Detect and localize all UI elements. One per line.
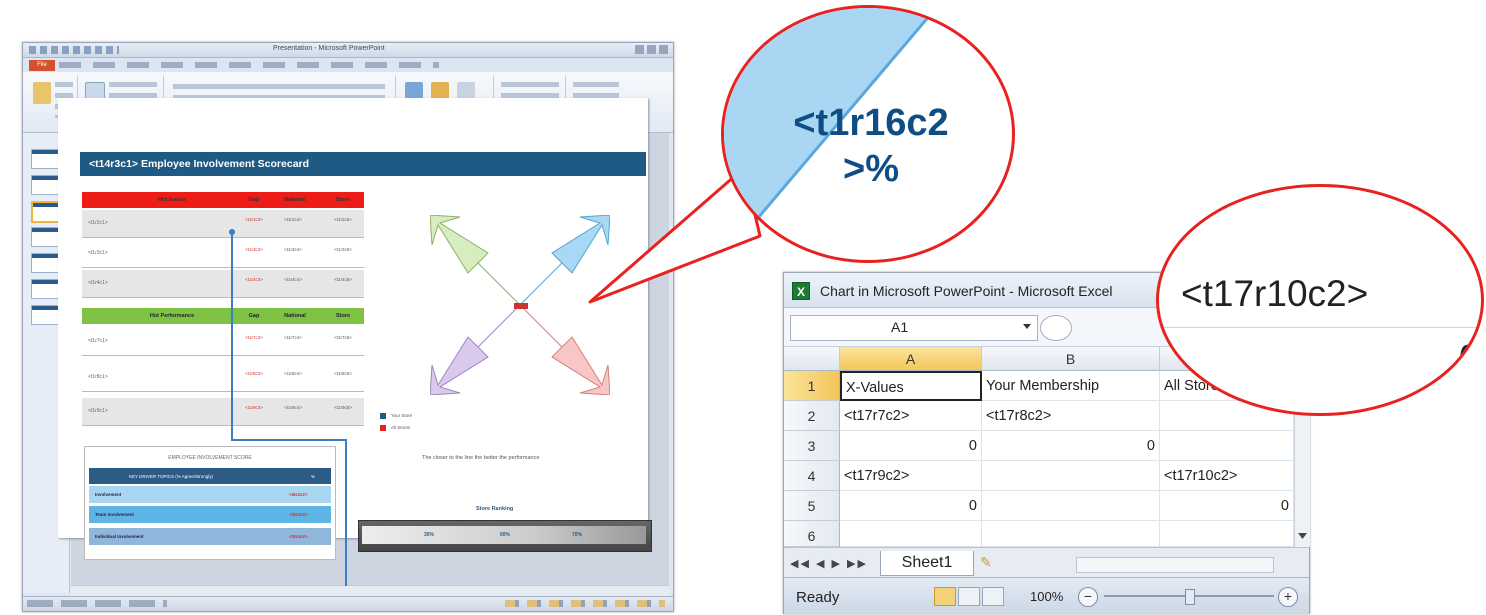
- cell-c4[interactable]: <t17r10c2>: [1160, 461, 1294, 491]
- row-header[interactable]: 4: [784, 461, 840, 491]
- cell-b5[interactable]: [982, 491, 1160, 521]
- row-header[interactable]: 6: [784, 521, 840, 547]
- sheet-nav-buttons[interactable]: ◀◀ ◀ ▶ ▶▶: [790, 557, 868, 570]
- excel-status-bar: Ready 100% − +: [784, 577, 1309, 614]
- sheet-tab-sheet1[interactable]: Sheet1: [880, 551, 974, 576]
- cell-b1[interactable]: Your Membership: [982, 371, 1160, 401]
- cell-c5[interactable]: 0: [1160, 491, 1294, 521]
- status-ready: Ready: [796, 589, 840, 606]
- cell-a4[interactable]: <t17r9c2>: [840, 461, 982, 491]
- cell-a3[interactable]: 0: [840, 431, 982, 461]
- select-all-corner[interactable]: [784, 347, 840, 371]
- page-break-view-icon[interactable]: [982, 587, 1004, 606]
- name-box-value: A1: [891, 319, 909, 335]
- scroll-down-icon[interactable]: [1298, 533, 1307, 539]
- zoom-in-button[interactable]: +: [1278, 587, 1298, 607]
- cell-b4[interactable]: [982, 461, 1160, 491]
- cell-a1[interactable]: X-Values: [840, 371, 982, 401]
- column-header[interactable]: B: [982, 347, 1160, 371]
- insert-sheet-icon[interactable]: ✎: [980, 554, 1008, 572]
- cell-b6[interactable]: [982, 521, 1160, 547]
- name-box[interactable]: A1: [790, 315, 1038, 341]
- excel-app-icon[interactable]: X: [792, 282, 810, 300]
- formula-bar-resize-handle[interactable]: [1040, 315, 1072, 341]
- right-callout-bubble: <t17r10c2> 0: [1156, 184, 1484, 416]
- row-header[interactable]: 3: [784, 431, 840, 461]
- column-header[interactable]: A: [840, 347, 982, 371]
- cell-c3[interactable]: [1160, 431, 1294, 461]
- cell-b3[interactable]: 0: [982, 431, 1160, 461]
- cell-a6[interactable]: [840, 521, 982, 547]
- cell-a5[interactable]: 0: [840, 491, 982, 521]
- sheet-tab-bar: ◀◀ ◀ ▶ ▶▶ Sheet1 ✎: [784, 547, 1309, 578]
- zoom-level[interactable]: 100%: [1030, 589, 1063, 604]
- row-header[interactable]: 2: [784, 401, 840, 431]
- page-layout-view-icon[interactable]: [958, 587, 980, 606]
- cell-c6[interactable]: [1160, 521, 1294, 547]
- big-callout-text: <t1r16c2 >%: [793, 102, 949, 190]
- row-header[interactable]: 1: [784, 371, 840, 401]
- right-callout-text: <t17r10c2>: [1181, 273, 1369, 314]
- chevron-down-icon[interactable]: [1023, 324, 1031, 329]
- big-callout-bubble: <t1r16c2 >%: [721, 5, 1015, 263]
- zoom-out-button[interactable]: −: [1078, 587, 1098, 607]
- excel-window-title: Chart in Microsoft PowerPoint - Microsof…: [820, 283, 1113, 299]
- cell-a2[interactable]: <t17r7c2>: [840, 401, 982, 431]
- row-header[interactable]: 5: [784, 491, 840, 521]
- right-callout-value: 0: [1459, 337, 1480, 378]
- cell-b2[interactable]: <t17r8c2>: [982, 401, 1160, 431]
- zoom-slider-thumb[interactable]: [1185, 589, 1195, 605]
- normal-view-icon[interactable]: [934, 587, 956, 606]
- horizontal-scrollbar[interactable]: [1076, 557, 1274, 573]
